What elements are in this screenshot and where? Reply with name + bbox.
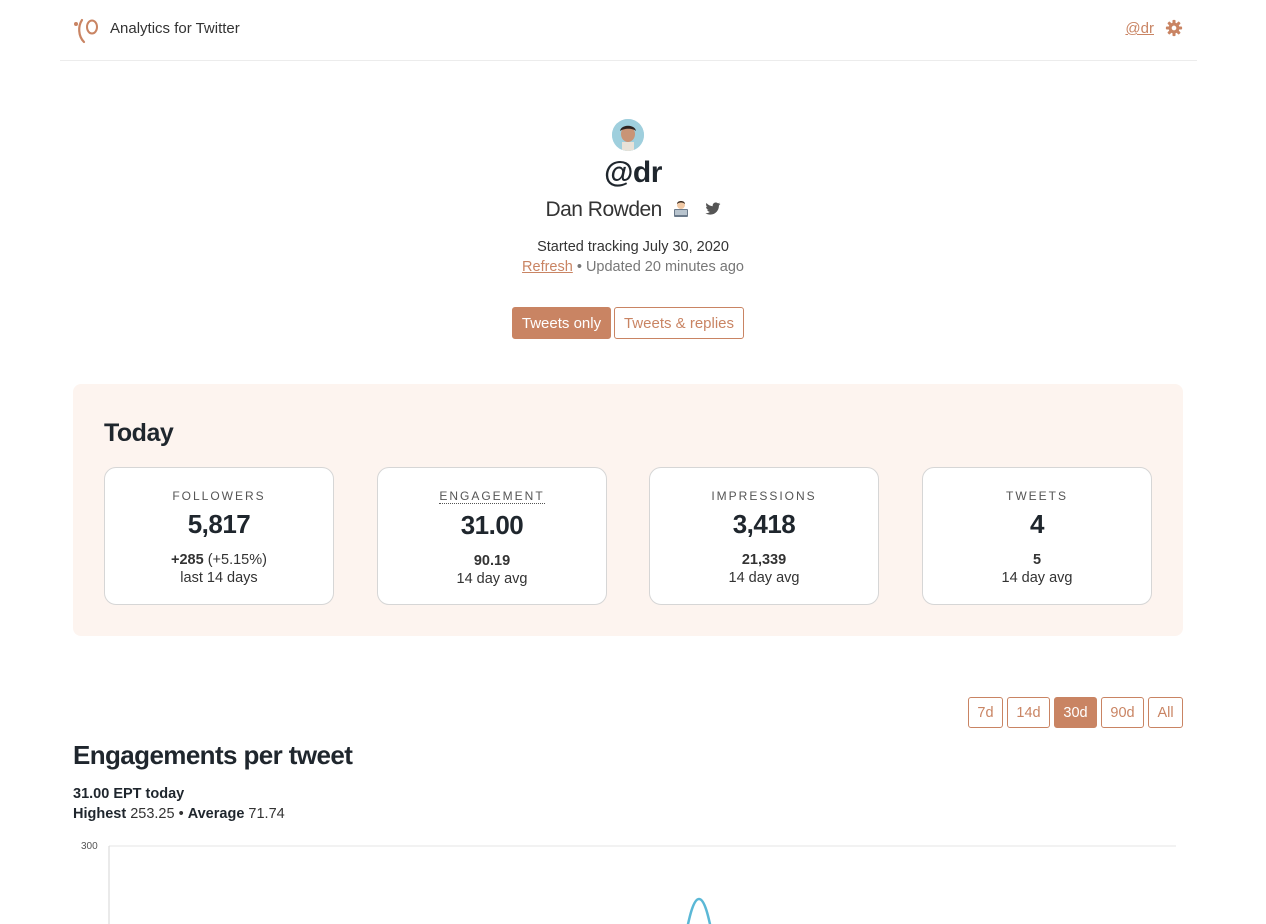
profile-name-row: Dan Rowden [0, 198, 1266, 222]
today-panel: Today FOLLOWERS 5,817 +285 (+5.15%) last… [73, 384, 1183, 636]
gear-icon[interactable] [1165, 19, 1183, 37]
card-change-bold: 21,339 [741, 552, 787, 568]
card-value: 5,817 [187, 509, 251, 539]
twitter-bird-icon[interactable] [705, 202, 721, 216]
tweets-card: TWEETS 4 5 14 day avg [922, 467, 1152, 605]
average-label: Average [187, 806, 245, 822]
ept-chart: 300 [73, 838, 1183, 924]
card-caption: last 14 days [180, 570, 258, 586]
card-caption: 14 day avg [456, 571, 528, 587]
range-7d-button[interactable]: 7d [968, 697, 1003, 728]
tweets-replies-button[interactable]: Tweets & replies [614, 307, 744, 339]
ept-title: Engagements per tweet [73, 740, 353, 770]
ept-chart-svg [108, 845, 1176, 924]
card-label: TWEETS [1006, 489, 1068, 503]
ept-today: 31.00 EPT today [73, 786, 185, 802]
ept-stats: Highest 253.25 • Average 71.74 [73, 806, 285, 822]
range-14d-button[interactable]: 14d [1007, 697, 1050, 728]
card-change-bold: 5 [1032, 552, 1042, 568]
card-change: 90.19 [378, 553, 606, 569]
profile-handle: @dr [604, 156, 662, 189]
average-value: 71.74 [244, 806, 285, 822]
today-title: Today [104, 419, 174, 447]
card-change-bold: 90.19 [473, 553, 511, 569]
updated-text: • Updated 20 minutes ago [572, 259, 744, 275]
card-change: 5 [923, 552, 1151, 568]
avatar [612, 119, 644, 151]
tweet-logo-icon[interactable] [72, 14, 100, 46]
card-label: FOLLOWERS [172, 489, 266, 503]
highest-label: Highest [73, 806, 127, 822]
profile-name: Dan Rowden [545, 198, 662, 221]
ept-series-line [686, 897, 712, 924]
card-change: 21,339 [650, 552, 878, 568]
update-row: Refresh • Updated 20 minutes ago [0, 259, 1266, 275]
card-label-wrap: ENGAGEMENT [378, 489, 606, 504]
card-caption: 14 day avg [1001, 570, 1073, 586]
range-all-button[interactable]: All [1148, 697, 1183, 728]
technologist-emoji-icon [674, 201, 689, 217]
card-value: 3,418 [732, 509, 796, 539]
followers-card: FOLLOWERS 5,817 +285 (+5.15%) last 14 da… [104, 467, 334, 605]
highest-value: 253.25 • [126, 806, 188, 822]
range-30d-button[interactable]: 30d [1054, 697, 1097, 728]
app-title: Analytics for Twitter [110, 20, 240, 37]
top-bar: Analytics for Twitter @dr [60, 0, 1197, 61]
card-change-percent: (+5.15%) [203, 552, 267, 568]
engagement-card: ENGAGEMENT 31.00 90.19 14 day avg [377, 467, 607, 605]
card-change-bold: +285 [171, 552, 204, 568]
tweets-only-button[interactable]: Tweets only [512, 307, 611, 339]
card-value: 31.00 [460, 510, 524, 540]
card-label[interactable]: ENGAGEMENT [439, 490, 545, 504]
card-caption: 14 day avg [728, 570, 800, 586]
impressions-card: IMPRESSIONS 3,418 21,339 14 day avg [649, 467, 879, 605]
tracking-started: Started tracking July 30, 2020 [537, 239, 729, 255]
card-change: +285 (+5.15%) [105, 552, 333, 568]
account-link[interactable]: @dr [1125, 20, 1154, 37]
card-label: IMPRESSIONS [711, 489, 817, 503]
card-value: 4 [1030, 509, 1044, 539]
refresh-link[interactable]: Refresh [522, 259, 573, 275]
range-90d-button[interactable]: 90d [1101, 697, 1144, 728]
